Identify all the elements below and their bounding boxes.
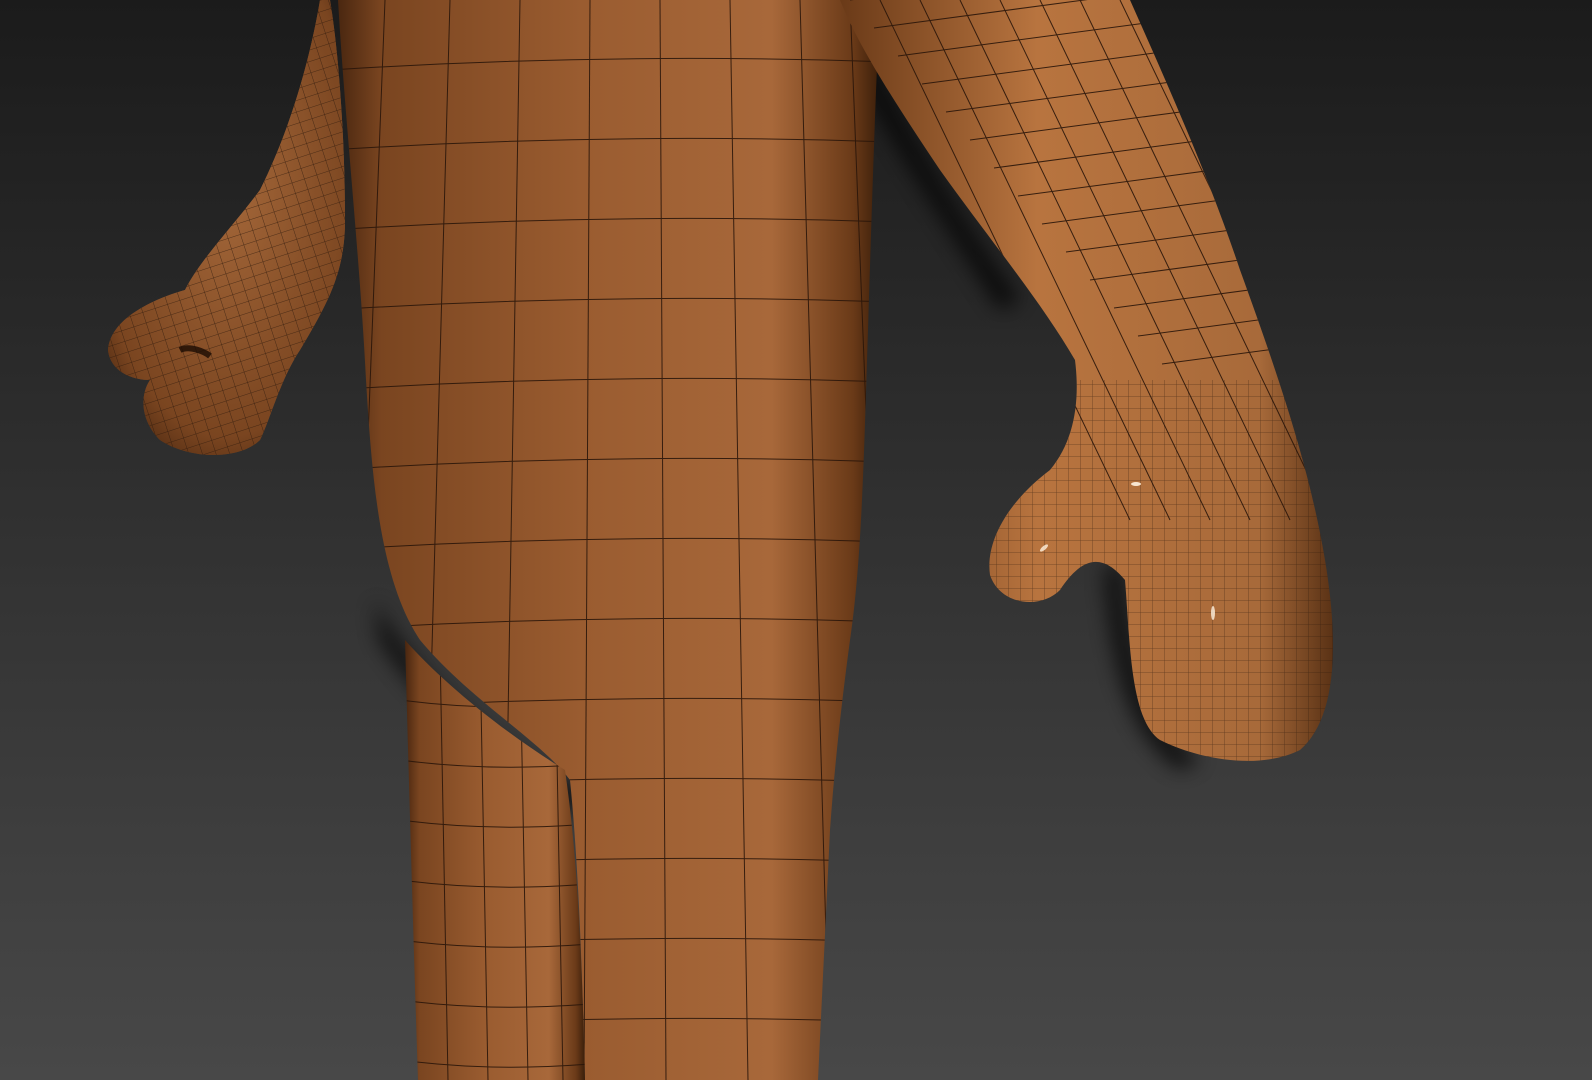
viewport-render[interactable] xyxy=(0,0,1592,1080)
3d-viewport[interactable] xyxy=(0,0,1592,1080)
